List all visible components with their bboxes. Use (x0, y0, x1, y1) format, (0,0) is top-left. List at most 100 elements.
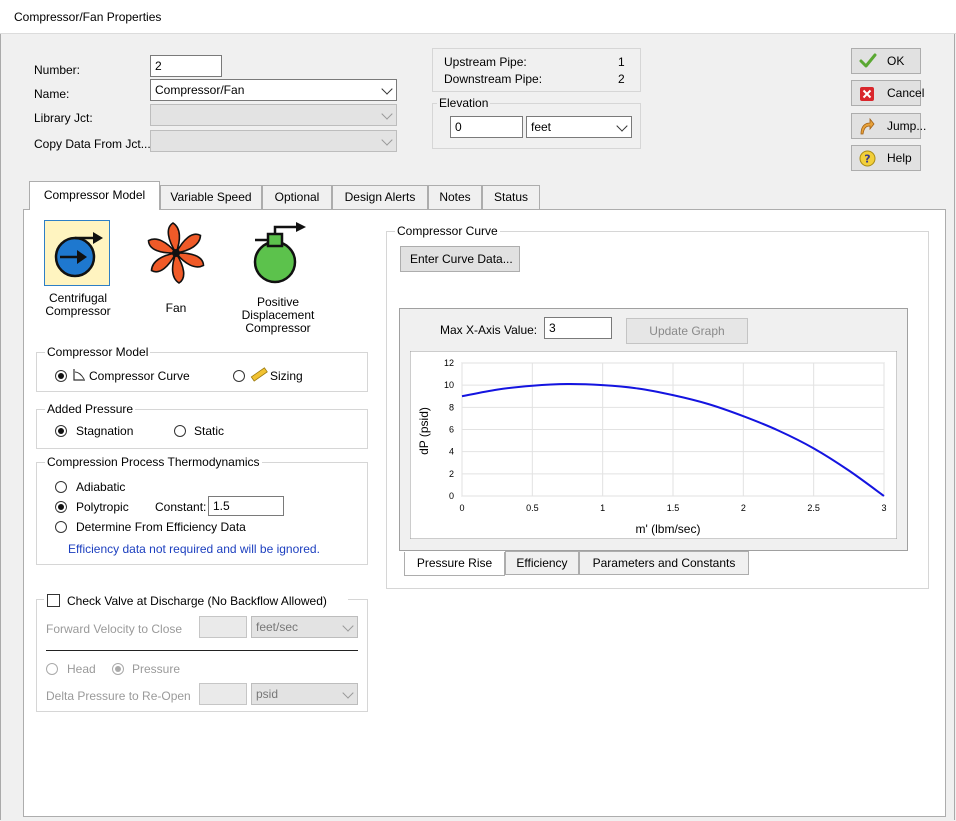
name-combo[interactable]: Compressor/Fan (150, 79, 397, 101)
reopen-unit: psid (256, 687, 279, 701)
y-tick-label: 2 (449, 469, 454, 479)
constant-label: Constant: (155, 500, 207, 514)
forward-velocity-unit: feet/sec (256, 620, 299, 634)
sizing-radio[interactable] (233, 370, 245, 382)
jump-button[interactable]: Jump... (851, 113, 926, 139)
y-tick-label: 12 (444, 358, 454, 368)
check-valve-checkbox[interactable] (47, 594, 60, 607)
pressure-label: Pressure (132, 662, 181, 676)
help-label: Help (887, 151, 912, 165)
x-tick-label: 3 (881, 503, 886, 513)
svg-text:?: ? (864, 153, 870, 166)
max-x-axis-label: Max X-Axis Value: (440, 323, 538, 337)
static-radio[interactable] (174, 425, 186, 437)
y-tick-label: 0 (449, 491, 454, 501)
library-jct-label: Library Jct: (34, 111, 93, 125)
x-tick-label: 1.5 (667, 503, 680, 513)
elevation-unit-value: feet (531, 120, 552, 134)
sizing-label: Sizing (270, 369, 303, 383)
fan-caption: Fan (165, 301, 187, 315)
polytropic-label: Polytropic (76, 500, 129, 514)
thermodynamics-title: Compression Process Thermodynamics (45, 455, 262, 469)
chevron-down-icon (381, 83, 393, 95)
fan-button[interactable] (143, 220, 209, 286)
downstream-pipe-value: 2 (618, 72, 625, 86)
efficiency-data-label: Determine From Efficiency Data (76, 520, 246, 534)
centrifugal-compressor-icon (54, 232, 103, 278)
compressor-curve-label: Compressor Curve (89, 369, 190, 383)
stagnation-label: Stagnation (76, 424, 134, 438)
chevron-down-icon (381, 134, 393, 146)
tab-design-alerts[interactable]: Design Alerts (332, 185, 428, 209)
upstream-pipe-label: Upstream Pipe: (444, 55, 527, 69)
tab-status[interactable]: Status (482, 185, 540, 209)
max-x-axis-input[interactable]: 3 (544, 317, 612, 339)
y-axis-label: dP (psid) (417, 407, 431, 455)
head-label: Head (67, 662, 96, 676)
positive-displacement-caption: Positive Displacement Compressor (232, 296, 324, 335)
tab-optional[interactable]: Optional (262, 185, 332, 209)
compressor-curve-title: Compressor Curve (395, 224, 500, 238)
x-tick-label: 0 (459, 503, 464, 513)
subtab-efficiency[interactable]: Efficiency (505, 551, 579, 575)
elevation-unit-select[interactable]: feet (526, 116, 632, 138)
centrifugal-caption-line2: Compressor (45, 304, 111, 318)
reopen-label: Delta Pressure to Re-Open (46, 689, 191, 703)
centrifugal-compressor-button[interactable] (44, 220, 110, 286)
x-tick-label: 2 (741, 503, 746, 513)
number-label: Number: (34, 63, 81, 77)
subtab-pressure-rise[interactable]: Pressure Rise (404, 552, 505, 576)
polytropic-radio[interactable] (55, 501, 67, 513)
positive-displacement-compressor-icon (253, 222, 306, 284)
elevation-input[interactable]: 0 (450, 116, 523, 138)
pressure-radio[interactable] (112, 663, 124, 675)
tab-variable-speed[interactable]: Variable Speed (160, 185, 262, 209)
subtab-parameters-constants[interactable]: Parameters and Constants (579, 551, 749, 575)
enter-curve-data-button[interactable]: Enter Curve Data... (400, 246, 520, 272)
x-tick-label: 2.5 (807, 503, 820, 513)
x-axis-label: m' (lbm/sec) (636, 522, 701, 536)
chevron-down-icon (342, 687, 354, 699)
tab-notes[interactable]: Notes (428, 185, 482, 209)
library-jct-combo[interactable] (150, 104, 397, 126)
adiabatic-radio[interactable] (55, 481, 67, 493)
forward-velocity-label: Forward Velocity to Close (46, 622, 183, 636)
reopen-input[interactable] (199, 683, 247, 705)
adiabatic-label: Adiabatic (76, 480, 126, 494)
tab-compressor-model[interactable]: Compressor Model (29, 181, 160, 210)
downstream-pipe-label: Downstream Pipe: (444, 72, 543, 86)
help-icon: ? (859, 150, 876, 167)
copy-data-combo[interactable] (150, 130, 397, 152)
fan-icon (147, 222, 205, 284)
window-title: Compressor/Fan Properties (14, 10, 162, 24)
cancel-button[interactable]: Cancel (851, 80, 924, 106)
static-label: Static (194, 424, 225, 438)
compressor-curve-radio[interactable] (55, 370, 67, 382)
number-input[interactable]: 2 (150, 55, 222, 77)
jump-label: Jump... (887, 119, 927, 133)
copy-data-label: Copy Data From Jct... (34, 137, 151, 151)
constant-input[interactable]: 1.5 (208, 496, 284, 516)
efficiency-note: Efficiency data not required and will be… (68, 542, 320, 556)
positive-displacement-button[interactable] (244, 220, 310, 286)
forward-velocity-input[interactable] (199, 616, 247, 638)
y-tick-label: 4 (449, 447, 454, 457)
y-tick-label: 6 (449, 425, 454, 435)
ok-button[interactable]: OK (851, 48, 921, 74)
check-valve-label: Check Valve at Discharge (No Backflow Al… (67, 594, 327, 608)
curve-icon (73, 369, 85, 381)
forward-velocity-unit-select[interactable]: feet/sec (251, 616, 358, 638)
compressor-model-group-title: Compressor Model (45, 345, 151, 359)
efficiency-data-radio[interactable] (55, 521, 67, 533)
x-tick-label: 0.5 (526, 503, 539, 513)
help-button[interactable]: ? Help (851, 145, 921, 171)
stagnation-radio[interactable] (55, 425, 67, 437)
added-pressure-title: Added Pressure (45, 402, 136, 416)
reopen-unit-select[interactable]: psid (251, 683, 358, 705)
update-graph-button[interactable]: Update Graph (626, 318, 748, 344)
head-radio[interactable] (46, 663, 58, 675)
pressure-rise-chart: 0 0.5 1 1.5 2 2.5 3 0 2 4 6 8 10 12 m' (lbm/sec) dP … (410, 351, 897, 539)
chevron-down-icon (381, 108, 393, 120)
y-tick-label: 8 (449, 402, 454, 412)
ruler-icon (250, 367, 268, 382)
